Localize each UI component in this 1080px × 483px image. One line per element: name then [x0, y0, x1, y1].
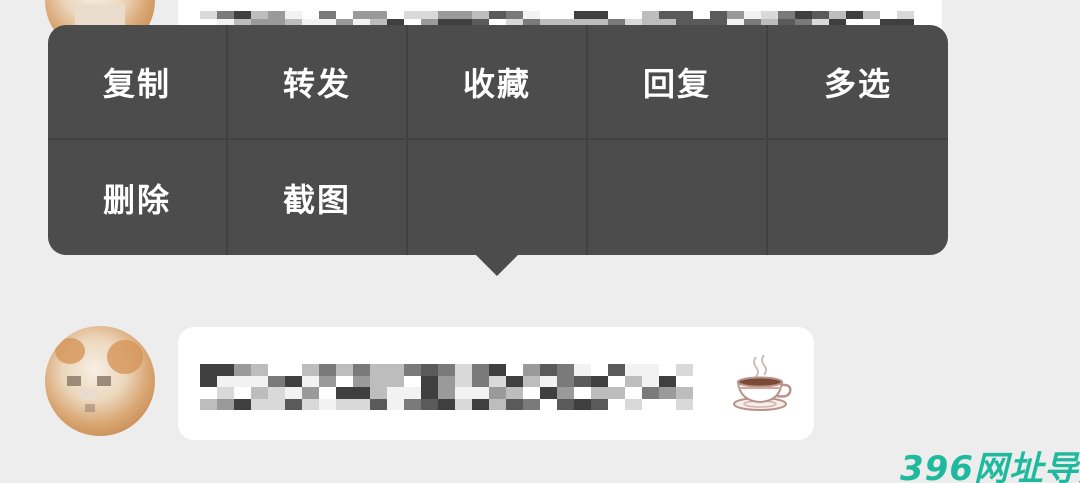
teacup-icon	[733, 354, 792, 411]
contact-avatar[interactable]	[45, 326, 155, 436]
menu-empty-cell	[588, 140, 768, 255]
message-bubble[interactable]	[178, 327, 814, 440]
obscured-message-text	[200, 364, 693, 410]
copy-menu-item[interactable]: 复制	[48, 25, 228, 140]
message-context-menu: 复制 转发 收藏 回复 多选 删除 截图	[48, 25, 948, 255]
menu-empty-cell	[768, 140, 948, 255]
reply-menu-item[interactable]: 回复	[588, 25, 768, 140]
site-watermark: 396网址导航	[900, 449, 1080, 483]
multi-select-menu-item[interactable]: 多选	[768, 25, 948, 140]
screenshot-menu-item[interactable]: 截图	[228, 140, 408, 255]
forward-menu-item[interactable]: 转发	[228, 25, 408, 140]
context-menu-pointer	[475, 254, 519, 276]
favorite-menu-item[interactable]: 收藏	[408, 25, 588, 140]
chat-screen: 复制 转发 收藏 回复 多选 删除 截图 396网址导航	[0, 0, 1080, 483]
delete-menu-item[interactable]: 删除	[48, 140, 228, 255]
menu-empty-cell	[408, 140, 588, 255]
